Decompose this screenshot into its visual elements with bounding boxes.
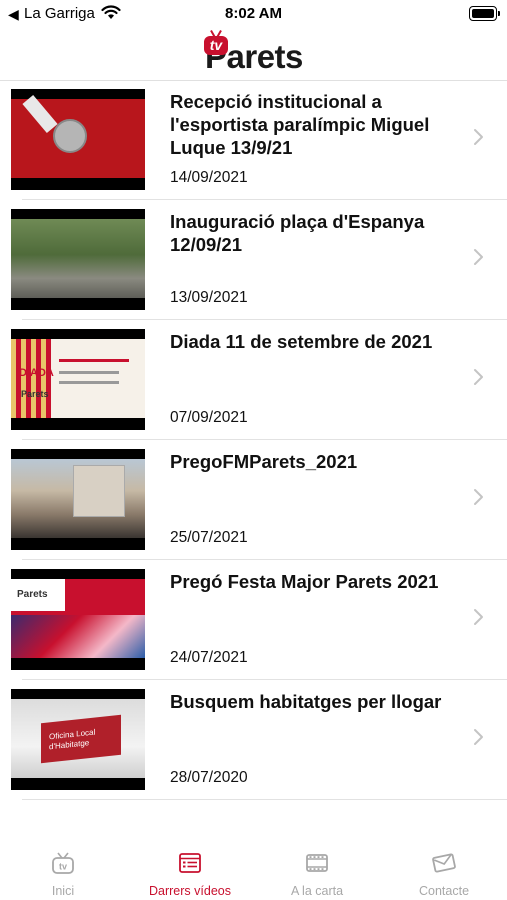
video-row[interactable]: Parets Pregó Festa Major Parets 2021 24/… <box>0 560 507 680</box>
video-date: 13/09/2021 <box>170 289 248 306</box>
video-row[interactable]: Oficina Local d'Habitatge Busquem habita… <box>0 680 507 800</box>
chevron-right-icon <box>474 249 483 265</box>
video-title: Inauguració plaça d'Espanya 12/09/21 <box>170 211 425 255</box>
video-date: 14/09/2021 <box>170 169 248 186</box>
mail-icon <box>432 853 456 873</box>
tab-label: A la carta <box>290 884 344 898</box>
medal-image <box>53 119 87 153</box>
chevron-right-icon <box>474 729 483 745</box>
chevron-right-icon <box>474 489 483 505</box>
video-date: 24/07/2021 <box>170 649 248 666</box>
video-row[interactable]: Inauguració plaça d'Espanya 12/09/21 13/… <box>0 200 507 320</box>
video-title: Recepció institucional a l'esportista pa… <box>170 91 430 158</box>
video-title: PregoFMParets_2021 <box>170 451 358 472</box>
video-row[interactable]: Recepció institucional a l'esportista pa… <box>0 80 507 200</box>
tab-inici[interactable]: tv Inici <box>0 838 126 900</box>
video-row[interactable]: DIADA Parets Diada 11 de setembre de 202… <box>0 320 507 440</box>
video-date: 07/09/2021 <box>170 409 248 426</box>
tab-a-la-carta[interactable]: A la carta <box>254 838 380 900</box>
video-thumbnail: Oficina Local d'Habitatge <box>11 689 145 790</box>
video-title: Diada 11 de setembre de 2021 <box>170 331 433 352</box>
film-icon <box>306 854 328 872</box>
tv-icon: tv <box>52 852 74 874</box>
logo-tv-badge: tv <box>204 36 228 55</box>
status-time: 8:02 AM <box>225 5 282 22</box>
video-thumbnail <box>11 449 145 550</box>
tab-contacte[interactable]: Contacte <box>381 838 507 900</box>
tab-darrers-videos[interactable]: Darrers vídeos <box>127 838 253 900</box>
video-thumbnail <box>11 89 145 190</box>
video-thumbnail <box>11 209 145 310</box>
tab-bar: tv Inici Darrers vídeos A la carta Conta… <box>0 838 507 900</box>
video-date: 25/07/2021 <box>170 529 248 546</box>
video-row[interactable]: PregoFMParets_2021 25/07/2021 <box>0 440 507 560</box>
thumb-sign-text: Oficina Local d'Habitatge <box>49 727 96 752</box>
video-thumbnail: DIADA Parets <box>11 329 145 430</box>
thumb-diada-text: DIADA <box>19 367 54 379</box>
chevron-right-icon <box>474 369 483 385</box>
video-list-icon <box>179 853 201 873</box>
chevron-right-icon <box>474 129 483 145</box>
thumb-logo-text: Parets <box>17 589 48 600</box>
video-thumbnail: Parets <box>11 569 145 670</box>
tab-label: Darrers vídeos <box>149 884 231 898</box>
video-title: Busquem habitatges per llogar <box>170 691 442 712</box>
tab-label: Inici <box>51 884 75 898</box>
battery-icon <box>469 6 500 21</box>
app-logo: Parets tv <box>201 32 311 75</box>
thumb-logo-text: Parets <box>21 389 49 399</box>
chevron-right-icon <box>474 609 483 625</box>
video-list: Recepció institucional a l'esportista pa… <box>0 80 507 800</box>
status-bar: ◀ La Garriga 8:02 AM <box>0 0 507 26</box>
app-header: Parets tv <box>0 26 507 81</box>
video-date: 28/07/2020 <box>170 769 248 786</box>
tab-label: Contacte <box>418 884 470 898</box>
video-title: Pregó Festa Major Parets 2021 <box>170 571 439 592</box>
svg-text:tv: tv <box>59 862 67 872</box>
